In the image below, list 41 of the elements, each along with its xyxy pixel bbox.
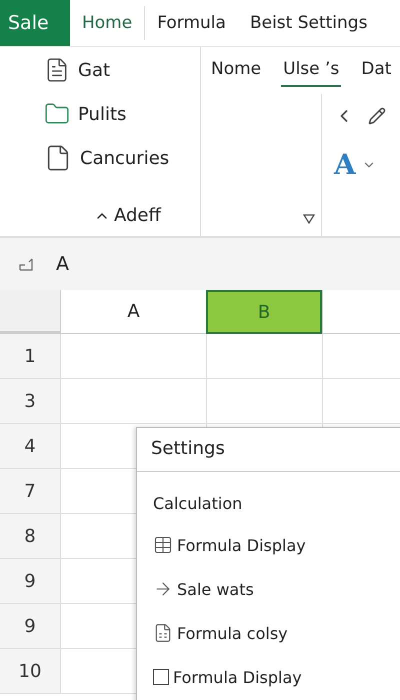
column-header[interactable]: A: [60, 290, 206, 334]
row-header[interactable]: 4: [0, 424, 60, 469]
grid-cell[interactable]: [60, 334, 206, 379]
ribbon-tab[interactable]: Formula: [145, 0, 238, 46]
sub-tab[interactable]: Ulse ’s: [281, 57, 342, 87]
settings-option[interactable]: Sale wats: [153, 577, 399, 601]
settings-option[interactable]: Formula colsy: [153, 621, 399, 645]
app-label: Sale: [0, 0, 70, 46]
checkbox[interactable]: [153, 669, 169, 685]
row-header[interactable]: 8: [0, 514, 60, 559]
settings-option[interactable]: Formula Display: [153, 533, 399, 557]
row-header[interactable]: 7: [0, 469, 60, 514]
row-header[interactable]: 9: [0, 559, 60, 604]
ribbon-command[interactable]: Pulits: [44, 99, 200, 129]
font-color-button[interactable]: A: [334, 148, 356, 181]
row-header[interactable]: 9: [0, 604, 60, 649]
grid-cell[interactable]: [322, 379, 400, 424]
column-header[interactable]: [322, 290, 400, 334]
grid-cell[interactable]: [322, 334, 400, 379]
group-label[interactable]: Adeff: [94, 205, 200, 226]
sub-tab[interactable]: Dat: [359, 57, 394, 87]
grid-cell[interactable]: [60, 379, 206, 424]
ribbon-tab[interactable]: Beist Settings: [238, 0, 380, 46]
panel-title: Settings: [151, 438, 225, 459]
table-icon: [153, 535, 173, 555]
row-header[interactable]: 3: [0, 379, 60, 424]
row-header[interactable]: 1: [0, 334, 60, 379]
pencil-icon[interactable]: [368, 107, 386, 125]
formula-value: A: [56, 253, 69, 275]
section-heading: Calculation: [153, 494, 244, 513]
ribbon-command[interactable]: Cancuries: [44, 143, 200, 173]
settings-option[interactable]: Formula Display: [153, 665, 399, 689]
spreadsheet-icon: [153, 623, 173, 643]
ribbon-command[interactable]: Gat: [44, 55, 200, 85]
row-header[interactable]: 10: [0, 649, 60, 694]
dropdown-triangle-icon[interactable]: [303, 214, 315, 224]
grid-cell[interactable]: [206, 334, 322, 379]
grid-cell[interactable]: [206, 379, 322, 424]
ribbon-tab[interactable]: Home: [70, 0, 144, 46]
select-all-corner[interactable]: [0, 290, 60, 334]
sub-tab[interactable]: Nome: [209, 57, 264, 87]
